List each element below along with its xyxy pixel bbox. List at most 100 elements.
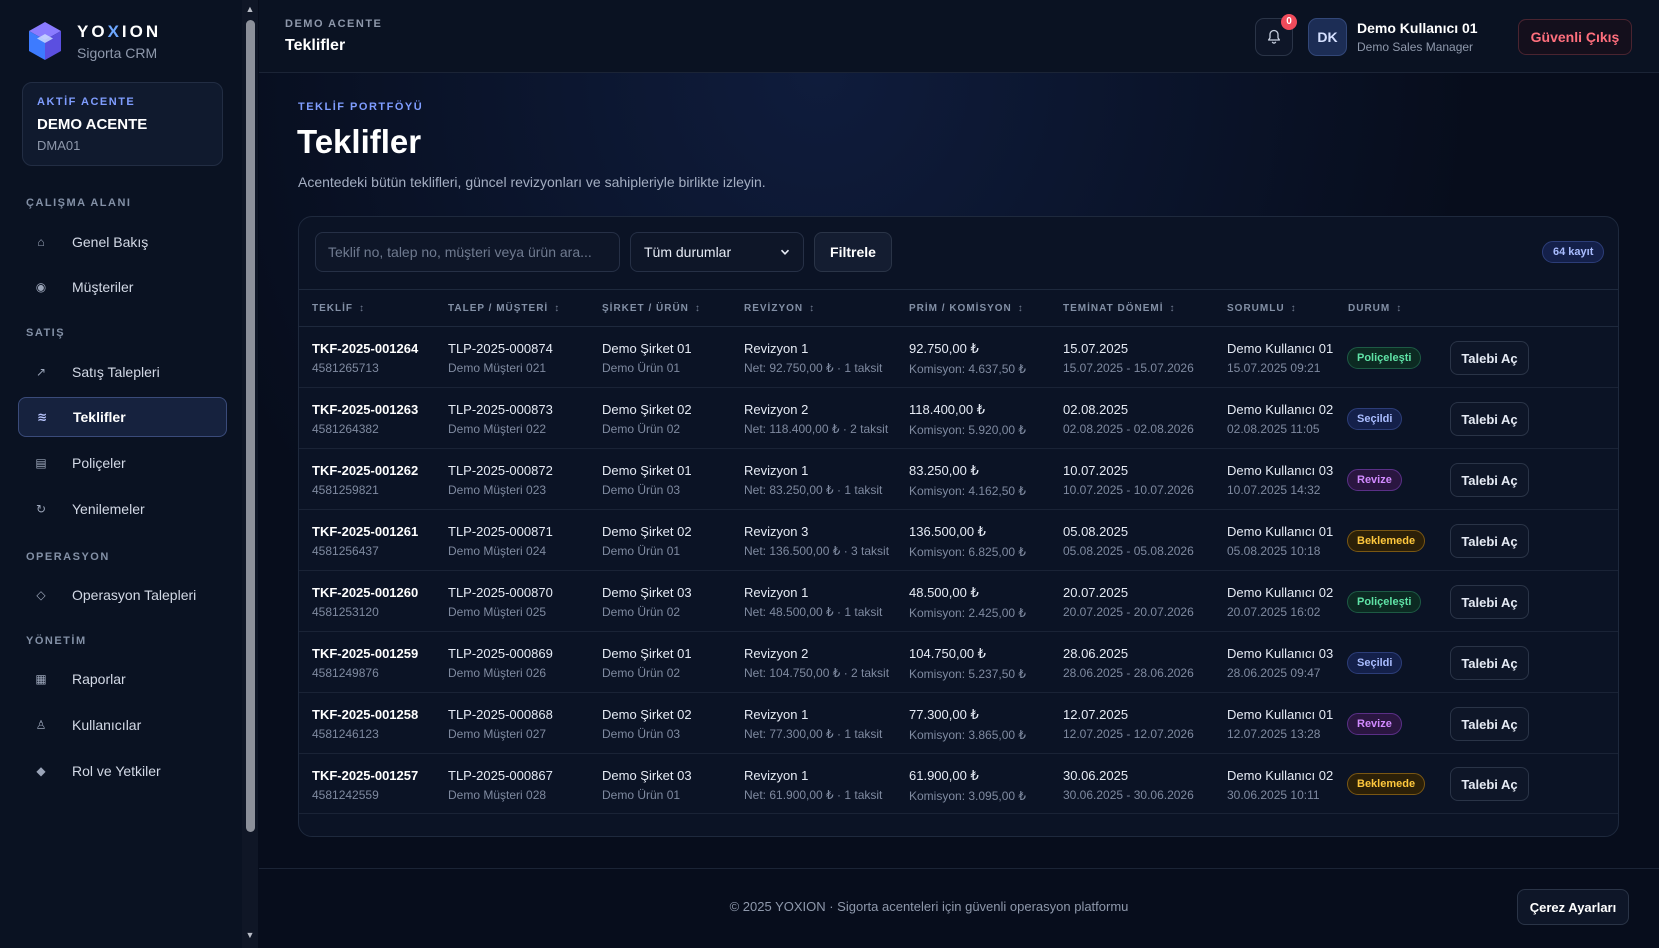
search-input[interactable] bbox=[315, 232, 620, 272]
status-badge: Revize bbox=[1347, 713, 1402, 735]
sidebar-item-operation-requests[interactable]: ◇ Operasyon Talepleri bbox=[18, 575, 227, 615]
logout-button[interactable]: Güvenli Çıkış bbox=[1518, 19, 1632, 55]
cell-coverage-period: 12.07.2025 12.07.2025 - 12.07.2026 bbox=[1063, 707, 1194, 741]
table-row[interactable]: TKF-2025-001258 4581246123 TLP-2025-0008… bbox=[299, 693, 1618, 754]
cell-revision: Revizyon 1 Net: 92.750,00 ₺ · 1 taksit bbox=[744, 341, 883, 375]
user-role: Demo Sales Manager bbox=[1357, 40, 1474, 54]
cell-premium-commission: 61.900,00 ₺ Komisyon: 3.095,00 ₺ bbox=[909, 768, 1027, 803]
column-header-premium-commission[interactable]: PRİM / KOMİSYON ↕ bbox=[909, 303, 1024, 314]
cell-premium-commission: 77.300,00 ₺ Komisyon: 3.865,00 ₺ bbox=[909, 707, 1027, 742]
column-header-owner[interactable]: SORUMLU ↕ bbox=[1227, 303, 1297, 314]
table-row[interactable]: TKF-2025-001261 4581256437 TLP-2025-0008… bbox=[299, 510, 1618, 571]
sidebar-item-customers[interactable]: ◉ Müşteriler bbox=[18, 267, 227, 307]
open-request-button[interactable]: Talebi Aç bbox=[1450, 402, 1529, 436]
home-icon: ⌂ bbox=[37, 235, 45, 249]
topbar: DEMO ACENTE Teklifler 0 DK Demo Kullanıc… bbox=[259, 0, 1659, 73]
cell-premium-commission: 92.750,00 ₺ Komisyon: 4.637,50 ₺ bbox=[909, 341, 1027, 376]
cell-coverage-period: 02.08.2025 02.08.2025 - 02.08.2026 bbox=[1063, 402, 1194, 436]
sidebar-item-reports[interactable]: ▦ Raporlar bbox=[18, 659, 227, 699]
sidebar-item-policies[interactable]: ▤ Poliçeler bbox=[18, 443, 227, 483]
cell-revision: Revizyon 2 Net: 118.400,00 ₺ · 2 taksit bbox=[744, 402, 889, 436]
sort-icon: ↕ bbox=[1290, 303, 1297, 314]
status-select-value: Tüm durumlar bbox=[644, 244, 732, 260]
sidebar-item-sales-requests[interactable]: ↗ Satış Talepleri bbox=[18, 352, 227, 392]
cell-request-customer: TLP-2025-000867 Demo Müşteri 028 bbox=[448, 768, 553, 802]
table-row[interactable]: TKF-2025-001257 4581242559 TLP-2025-0008… bbox=[299, 754, 1618, 814]
sort-icon: ↕ bbox=[809, 303, 816, 314]
cell-coverage-period: 05.08.2025 05.08.2025 - 05.08.2026 bbox=[1063, 524, 1194, 558]
sort-icon: ↕ bbox=[1017, 303, 1024, 314]
sidebar-item-label: Yenilemeler bbox=[72, 501, 145, 517]
open-request-button[interactable]: Talebi Aç bbox=[1450, 524, 1529, 558]
cell-owner: Demo Kullanıcı 03 28.06.2025 09:47 bbox=[1227, 646, 1334, 680]
cell-request-customer: TLP-2025-000870 Demo Müşteri 025 bbox=[448, 585, 553, 619]
main-content: TEKLİF PORTFÖYÜ Teklifler Acentedeki büt… bbox=[259, 73, 1659, 948]
brand-subtitle: Sigorta CRM bbox=[77, 44, 158, 61]
cell-offer: TKF-2025-001264 4581265713 bbox=[312, 341, 419, 375]
sidebar-item-label: Operasyon Talepleri bbox=[72, 587, 197, 603]
agency-name: DEMO ACENTE bbox=[37, 116, 148, 133]
cell-request-customer: TLP-2025-000868 Demo Müşteri 027 bbox=[448, 707, 553, 741]
filter-button[interactable]: Filtrele bbox=[814, 232, 892, 272]
sidebar: YOXION Sigorta CRM AKTİF ACENTE DEMO ACE… bbox=[0, 0, 243, 948]
cell-owner: Demo Kullanıcı 01 15.07.2025 09:21 bbox=[1227, 341, 1334, 375]
table-row[interactable]: TKF-2025-001260 4581253120 TLP-2025-0008… bbox=[299, 571, 1618, 632]
sidebar-scrollbar[interactable]: ▲ ▼ bbox=[242, 0, 258, 948]
cell-offer: TKF-2025-001263 4581264382 bbox=[312, 402, 419, 436]
scroll-thumb[interactable] bbox=[246, 20, 255, 832]
cell-offer: TKF-2025-001259 4581249876 bbox=[312, 646, 419, 680]
cell-coverage-period: 30.06.2025 30.06.2025 - 30.06.2026 bbox=[1063, 768, 1194, 802]
table-row[interactable]: TKF-2025-001262 4581259821 TLP-2025-0008… bbox=[299, 449, 1618, 510]
sidebar-item-roles[interactable]: ◆ Rol ve Yetkiler bbox=[18, 751, 227, 791]
sidebar-item-offers[interactable]: ≋ Teklifler bbox=[18, 397, 227, 437]
open-request-button[interactable]: Talebi Aç bbox=[1450, 767, 1529, 801]
chevron-down-icon bbox=[780, 249, 790, 255]
page-title: Teklifler bbox=[297, 123, 422, 160]
status-badge: Revize bbox=[1347, 469, 1402, 491]
open-request-button[interactable]: Talebi Aç bbox=[1450, 646, 1529, 680]
brand[interactable]: YOXION Sigorta CRM bbox=[27, 20, 161, 62]
footer-divider bbox=[259, 868, 1659, 869]
record-count-badge: 64 kayıt bbox=[1542, 241, 1605, 263]
table-row[interactable]: TKF-2025-001264 4581265713 TLP-2025-0008… bbox=[299, 327, 1618, 388]
sidebar-item-label: Poliçeler bbox=[72, 455, 126, 471]
open-request-button[interactable]: Talebi Aç bbox=[1450, 463, 1529, 497]
cell-company-product: Demo Şirket 02 Demo Ürün 01 bbox=[602, 524, 692, 558]
scroll-up-arrow-icon[interactable]: ▲ bbox=[245, 4, 255, 14]
open-request-button[interactable]: Talebi Aç bbox=[1450, 341, 1529, 375]
cell-revision: Revizyon 3 Net: 136.500,00 ₺ · 3 taksit bbox=[744, 524, 890, 558]
sidebar-item-overview[interactable]: ⌂ Genel Bakış bbox=[18, 222, 227, 262]
page-kicker: TEKLİF PORTFÖYÜ bbox=[298, 101, 424, 113]
users-icon: ◉ bbox=[35, 280, 47, 294]
sidebar-item-users[interactable]: ♙ Kullanıcılar bbox=[18, 705, 227, 745]
column-header-status[interactable]: DURUM ↕ bbox=[1348, 303, 1402, 314]
shield-icon: ◆ bbox=[36, 764, 46, 778]
topbar-title: Teklifler bbox=[285, 37, 346, 54]
column-header-company-product[interactable]: ŞİRKET / ÜRÜN ↕ bbox=[602, 303, 701, 314]
table-row[interactable]: TKF-2025-001263 4581264382 TLP-2025-0008… bbox=[299, 388, 1618, 449]
scroll-down-arrow-icon[interactable]: ▼ bbox=[245, 930, 255, 940]
bell-icon bbox=[1267, 29, 1281, 44]
table-header: TEKLİF ↕ TALEP / MÜŞTERİ ↕ ŞİRKET / ÜRÜN ↕ … bbox=[299, 289, 1618, 327]
status-badge: Seçildi bbox=[1347, 652, 1403, 674]
cell-coverage-period: 10.07.2025 10.07.2025 - 10.07.2026 bbox=[1063, 463, 1194, 497]
cell-company-product: Demo Şirket 03 Demo Ürün 01 bbox=[602, 768, 692, 802]
cookie-settings-button[interactable]: Çerez Ayarları bbox=[1517, 889, 1629, 925]
open-request-button[interactable]: Talebi Aç bbox=[1450, 585, 1529, 619]
open-request-button[interactable]: Talebi Aç bbox=[1450, 707, 1529, 741]
topbar-agency: DEMO ACENTE bbox=[285, 18, 383, 30]
cell-coverage-period: 28.06.2025 28.06.2025 - 28.06.2026 bbox=[1063, 646, 1194, 680]
status-select[interactable]: Tüm durumlar bbox=[630, 232, 804, 272]
avatar[interactable]: DK bbox=[1308, 18, 1347, 56]
cell-premium-commission: 118.400,00 ₺ Komisyon: 5.920,00 ₺ bbox=[909, 402, 1027, 437]
column-header-offer[interactable]: TEKLİF ↕ bbox=[312, 303, 365, 314]
column-header-request-customer[interactable]: TALEP / MÜŞTERİ ↕ bbox=[448, 303, 560, 314]
cell-request-customer: TLP-2025-000869 Demo Müşteri 026 bbox=[448, 646, 553, 680]
cell-request-customer: TLP-2025-000873 Demo Müşteri 022 bbox=[448, 402, 553, 436]
column-header-revision[interactable]: REVİZYON ↕ bbox=[744, 303, 815, 314]
sidebar-item-renewals[interactable]: ↻ Yenilemeler bbox=[18, 489, 227, 529]
sidebar-item-label: Müşteriler bbox=[72, 279, 134, 295]
table-row[interactable]: TKF-2025-001259 4581249876 TLP-2025-0008… bbox=[299, 632, 1618, 693]
column-header-coverage-period[interactable]: TEMİNAT DÖNEMİ ↕ bbox=[1063, 303, 1175, 314]
cell-owner: Demo Kullanıcı 01 05.08.2025 10:18 bbox=[1227, 524, 1334, 558]
